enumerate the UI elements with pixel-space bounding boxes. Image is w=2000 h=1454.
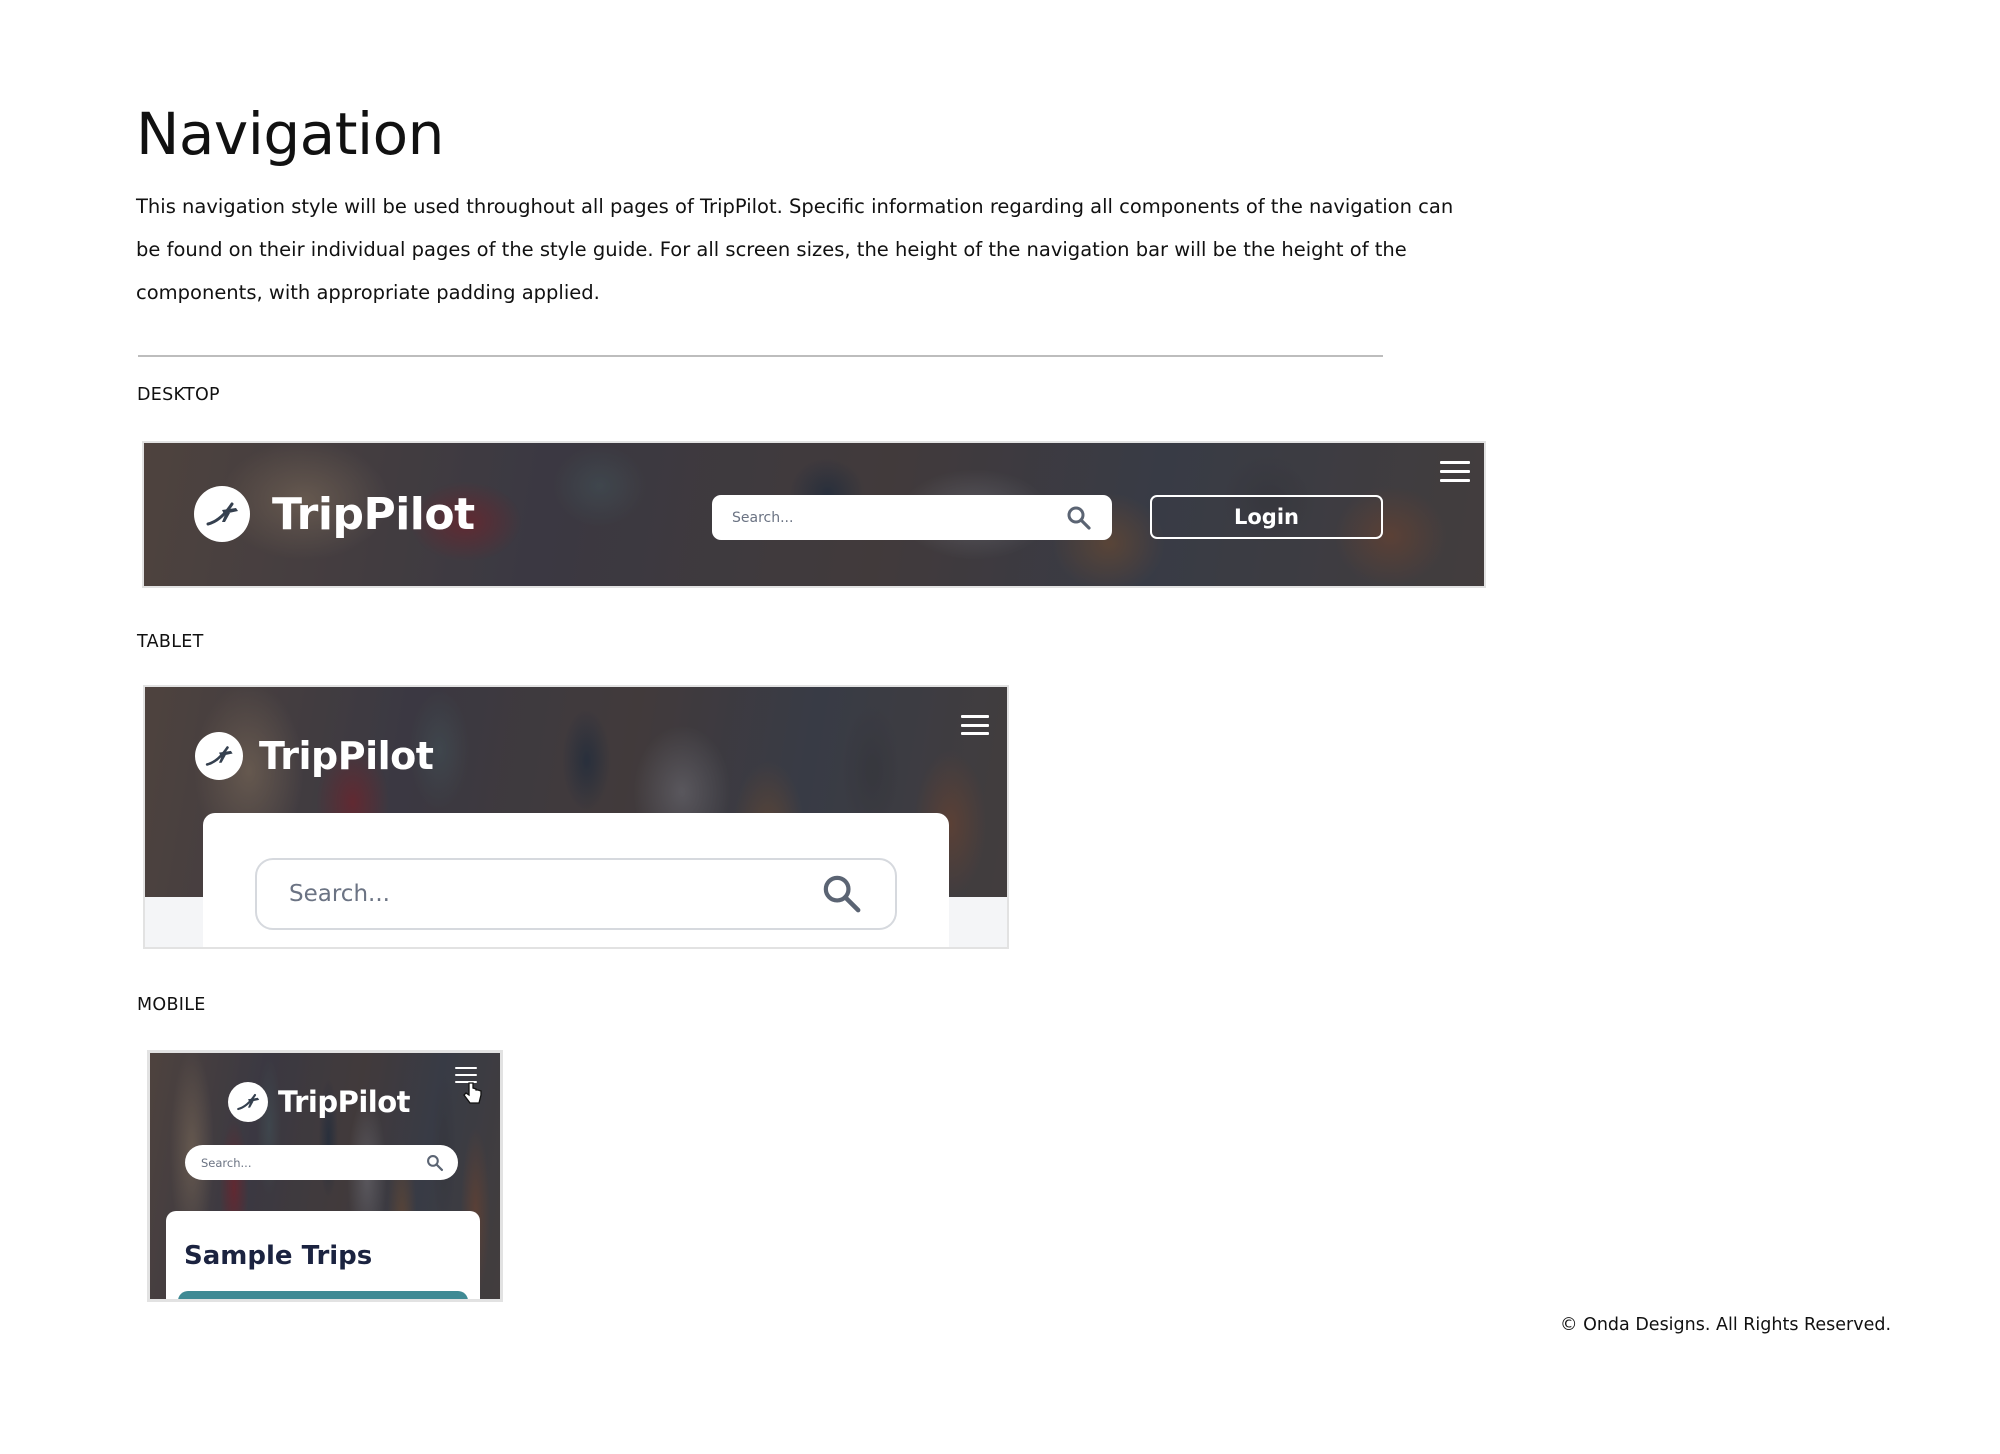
login-button[interactable]: Login [1150, 495, 1383, 539]
plane-logo-icon [194, 486, 250, 542]
tablet-search-placeholder: Search... [289, 881, 390, 907]
mobile-label: MOBILE [137, 995, 206, 1015]
mobile-nav-preview: TripPilot Search... Sample Trips [147, 1050, 503, 1302]
tablet-search-card: Search... [203, 813, 949, 947]
copyright-note: © Onda Designs. All Rights Reserved. [1560, 1315, 1892, 1335]
desktop-nav-preview: TripPilot Search... Login [142, 441, 1486, 588]
desktop-search-placeholder: Search... [732, 509, 794, 526]
tablet-nav-preview: TripPilot Search... [143, 685, 1009, 949]
pointer-cursor-icon [463, 1082, 482, 1104]
search-icon[interactable] [426, 1154, 444, 1172]
tablet-label: TABLET [137, 632, 204, 652]
hamburger-menu-icon[interactable] [961, 715, 989, 735]
mobile-logo[interactable]: TripPilot [228, 1082, 411, 1122]
plane-logo-icon [195, 732, 243, 780]
section-divider [138, 355, 1383, 357]
sample-trips-title: Sample Trips [184, 1241, 373, 1271]
tablet-brand-name: TripPilot [259, 734, 434, 778]
tablet-logo[interactable]: TripPilot [195, 732, 434, 780]
sample-trip-card-strip[interactable] [178, 1291, 468, 1299]
page-title: Navigation [136, 100, 444, 168]
intro-paragraph: This navigation style will be used throu… [136, 195, 1454, 304]
mobile-sample-trips-card: Sample Trips [166, 1211, 480, 1299]
mobile-search-input[interactable]: Search... [185, 1145, 458, 1180]
search-icon[interactable] [821, 873, 863, 915]
mobile-brand-name: TripPilot [278, 1085, 411, 1119]
hamburger-menu-icon[interactable] [1440, 461, 1470, 482]
login-button-label: Login [1234, 505, 1299, 529]
desktop-label: DESKTOP [137, 385, 220, 405]
plane-logo-icon [228, 1082, 268, 1122]
desktop-logo[interactable]: TripPilot [194, 486, 475, 542]
mobile-search-placeholder: Search... [201, 1155, 252, 1170]
tablet-search-input[interactable]: Search... [255, 858, 897, 930]
desktop-brand-name: TripPilot [272, 488, 475, 540]
desktop-search-input[interactable]: Search... [712, 495, 1112, 540]
search-icon[interactable] [1066, 505, 1092, 531]
